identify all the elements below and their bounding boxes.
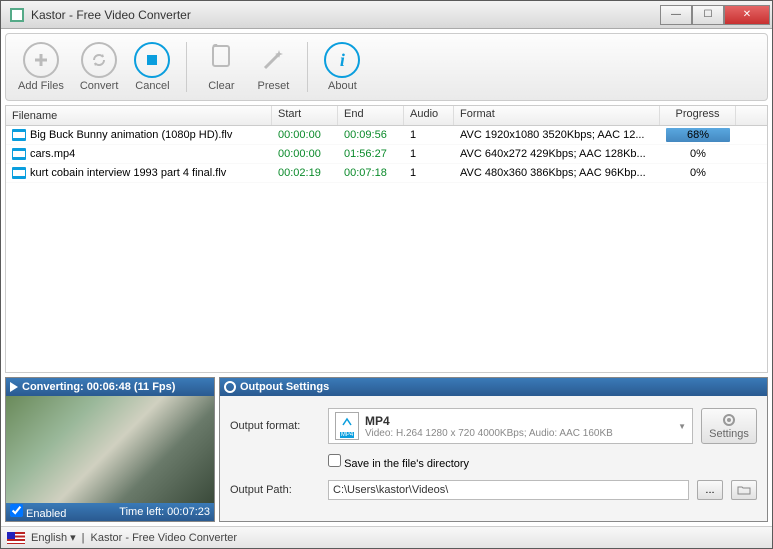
- open-folder-button[interactable]: [731, 480, 757, 500]
- cancel-button[interactable]: Cancel: [130, 40, 174, 94]
- header-filename[interactable]: Filename: [6, 106, 272, 125]
- minimize-button[interactable]: —: [660, 5, 692, 25]
- info-icon: i: [324, 42, 360, 78]
- table-row[interactable]: cars.mp400:00:0001:56:271AVC 640x272 429…: [6, 145, 767, 164]
- preview-header: Converting: 00:06:48 (11 Fps): [6, 378, 214, 396]
- folder-icon: [737, 485, 751, 495]
- wand-icon: [255, 42, 291, 78]
- table-row[interactable]: Big Buck Bunny animation (1080p HD).flv0…: [6, 126, 767, 145]
- app-name: Kastor - Free Video Converter: [91, 532, 238, 544]
- table-header: Filename Start End Audio Format Progress: [6, 106, 767, 126]
- header-progress[interactable]: Progress: [660, 106, 736, 125]
- chevron-down-icon: ▼: [678, 422, 686, 431]
- clear-icon: [203, 42, 239, 78]
- video-file-icon: [12, 129, 26, 141]
- browse-button[interactable]: ...: [697, 480, 723, 500]
- convert-button[interactable]: Convert: [76, 40, 123, 94]
- titlebar[interactable]: Kastor - Free Video Converter — ☐ ✕: [1, 1, 772, 29]
- language-select[interactable]: English ▾: [31, 531, 76, 544]
- settings-button[interactable]: Settings: [701, 408, 757, 444]
- mp4-icon: MP4: [335, 412, 359, 440]
- header-format[interactable]: Format: [454, 106, 660, 125]
- header-start[interactable]: Start: [272, 106, 338, 125]
- toolbar-separator: [307, 42, 308, 92]
- statusbar: English ▾ | Kastor - Free Video Converte…: [1, 526, 772, 548]
- time-left: Time left: 00:07:23: [119, 506, 210, 518]
- flag-icon: [7, 532, 25, 544]
- preview-footer: Enabled Time left: 00:07:23: [6, 503, 214, 521]
- settings-header: Outpout Settings: [220, 378, 767, 396]
- format-select[interactable]: MP4 MP4Video: H.264 1280 x 720 4000KBps;…: [328, 408, 693, 444]
- app-icon: [9, 7, 25, 23]
- video-file-icon: [12, 148, 26, 160]
- table-row[interactable]: kurt cobain interview 1993 part 4 final.…: [6, 164, 767, 183]
- video-file-icon: [12, 167, 26, 179]
- file-table[interactable]: Filename Start End Audio Format Progress…: [5, 105, 768, 373]
- preview-image[interactable]: [6, 396, 214, 503]
- output-settings-panel: Outpout Settings Output format: MP4 MP4V…: [219, 377, 768, 522]
- clear-button[interactable]: Clear: [199, 40, 243, 94]
- enabled-checkbox[interactable]: Enabled: [10, 504, 66, 520]
- stop-icon: [134, 42, 170, 78]
- header-end[interactable]: End: [338, 106, 404, 125]
- about-button[interactable]: iAbout: [320, 40, 364, 94]
- gear-icon: [721, 412, 737, 428]
- toolbar-separator: [186, 42, 187, 92]
- gear-icon: [224, 381, 236, 393]
- maximize-button[interactable]: ☐: [692, 5, 724, 25]
- preview-panel: Converting: 00:06:48 (11 Fps) Enabled Ti…: [5, 377, 215, 522]
- add-files-button[interactable]: Add Files: [14, 40, 68, 94]
- plus-icon: [23, 42, 59, 78]
- preset-button[interactable]: Preset: [251, 40, 295, 94]
- converting-status: Converting: 00:06:48 (11 Fps): [22, 381, 175, 393]
- convert-icon: [81, 42, 117, 78]
- toolbar: Add Files Convert Cancel Clear Preset iA…: [5, 33, 768, 101]
- app-window: Kastor - Free Video Converter — ☐ ✕ Add …: [0, 0, 773, 549]
- output-format-label: Output format:: [230, 420, 320, 432]
- header-audio[interactable]: Audio: [404, 106, 454, 125]
- window-title: Kastor - Free Video Converter: [31, 8, 660, 22]
- output-path-input[interactable]: [328, 480, 689, 500]
- close-button[interactable]: ✕: [724, 5, 770, 25]
- output-path-label: Output Path:: [230, 484, 320, 496]
- play-icon: [10, 382, 18, 392]
- save-in-dir-checkbox[interactable]: Save in the file's directory: [328, 454, 469, 470]
